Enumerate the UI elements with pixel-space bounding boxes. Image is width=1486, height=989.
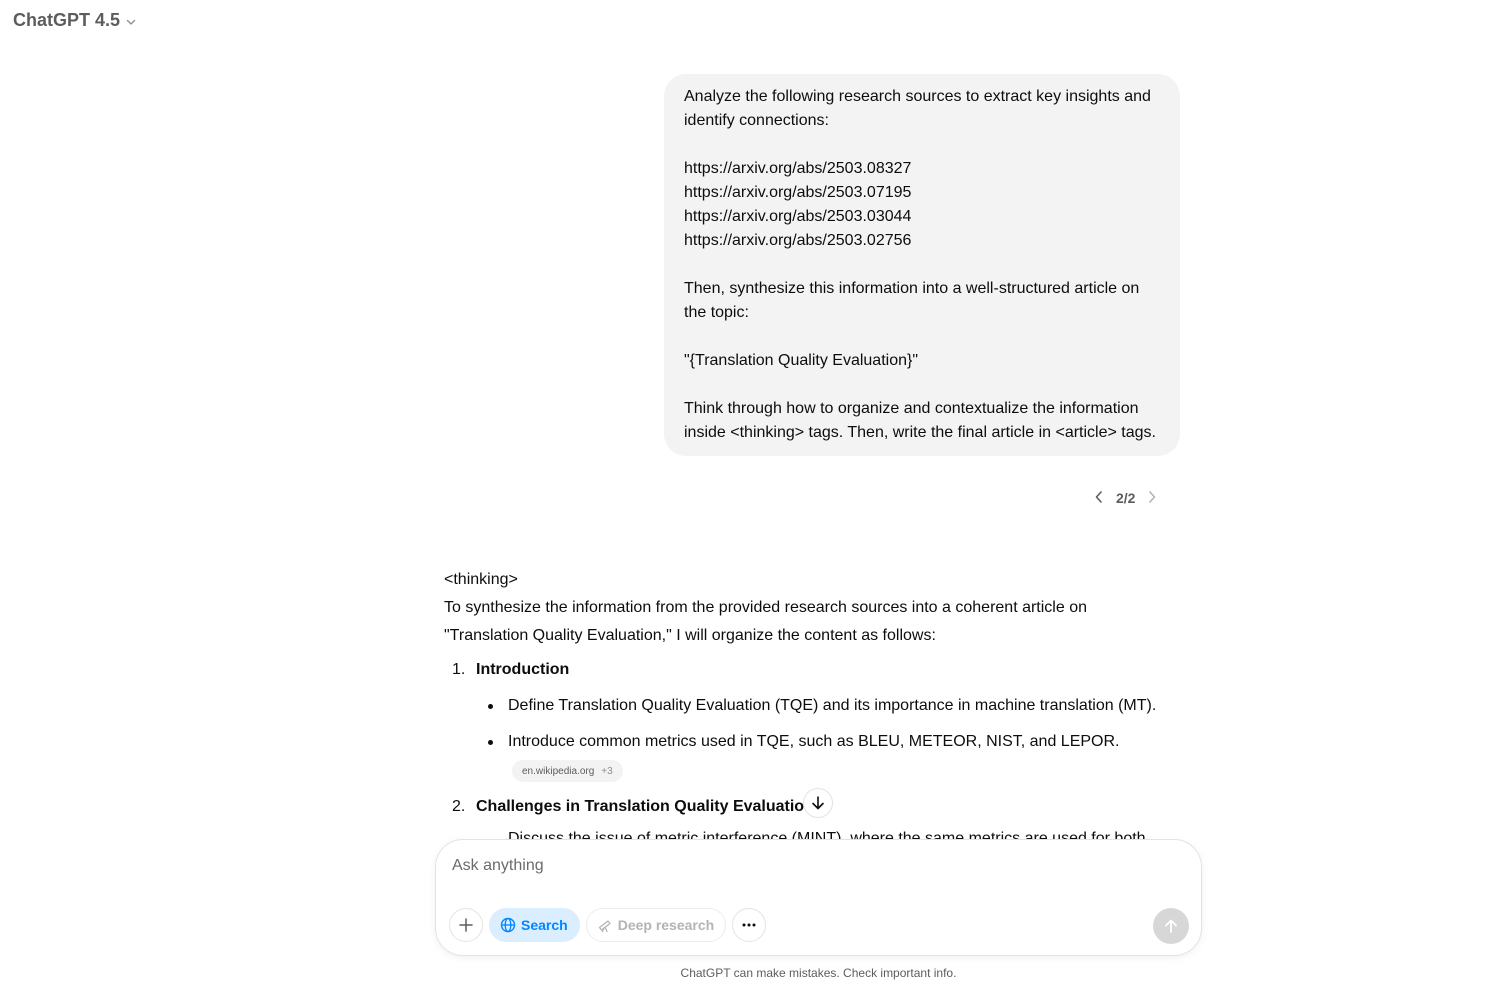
citation-chip[interactable]: en.wikipedia.org +3 [512, 760, 623, 782]
section-title: Introduction [476, 661, 570, 678]
more-icon [742, 923, 756, 927]
arrow-down-icon [812, 796, 824, 810]
list-item: 1. Introduction [444, 658, 1184, 682]
arrow-up-icon [1165, 919, 1177, 933]
user-message-bubble: Analyze the following research sources t… [664, 74, 1180, 456]
deep-research-label: Deep research [617, 917, 715, 933]
user-message-link[interactable]: https://arxiv.org/abs/2503.07195 [684, 181, 1160, 205]
globe-icon [500, 917, 516, 933]
prompt-input[interactable] [452, 854, 1152, 878]
citation-extra-count: +3 [601, 765, 613, 777]
search-button-label: Search [521, 917, 568, 933]
user-message-link[interactable]: https://arxiv.org/abs/2503.08327 [684, 157, 1160, 181]
assistant-intro-line: "Translation Quality Evaluation," I will… [444, 627, 936, 644]
user-message-text: Analyze the following research sources t… [684, 88, 1151, 129]
user-message-text: Then, synthesize this information into a… [684, 280, 1140, 321]
user-message-text: "{Translation Quality Evaluation}" [684, 352, 919, 369]
next-response-button[interactable] [1143, 486, 1161, 508]
previous-response-button[interactable] [1090, 486, 1108, 508]
composer: Search Deep research [435, 839, 1202, 956]
disclaimer: ChatGPT can make mistakes. Check importa… [680, 966, 957, 980]
bullet-item: Introduce common metrics used in TQE, su… [444, 730, 1184, 754]
bullet-item: Define Translation Quality Evaluation (T… [444, 694, 1184, 718]
assistant-message: <thinking> To synthesize the information… [444, 566, 1184, 819]
chat-app: ChatGPT 4.5 Analyze the following resear… [0, 0, 1486, 989]
telescope-icon [598, 920, 611, 933]
send-button[interactable] [1153, 908, 1189, 944]
plus-icon [459, 918, 473, 932]
user-message-text: Think through how to organize and contex… [684, 400, 1156, 441]
more-tools-button[interactable] [732, 908, 767, 942]
chevron-down-icon [126, 19, 136, 25]
model-switcher[interactable]: ChatGPT 4.5 [13, 10, 136, 31]
chevron-right-icon [1149, 491, 1156, 503]
scroll-to-bottom-button[interactable] [803, 788, 833, 818]
user-message-link[interactable]: https://arxiv.org/abs/2503.02756 [684, 229, 1160, 253]
response-pager: 2/2 [1090, 486, 1161, 508]
composer-toolbar: Search Deep research [449, 908, 767, 942]
assistant-intro-line: To synthesize the information from the p… [444, 599, 1087, 616]
list-number: 1. [452, 661, 466, 678]
deep-research-button[interactable]: Deep research [585, 908, 727, 942]
thinking-open-tag: <thinking> [444, 571, 518, 588]
user-message-link[interactable]: https://arxiv.org/abs/2503.03044 [684, 205, 1160, 229]
search-button[interactable]: Search [489, 908, 580, 942]
citation-source: en.wikipedia.org [522, 765, 595, 777]
section-title: Challenges in Translation Quality Evalua… [476, 798, 814, 815]
chevron-left-icon [1095, 491, 1102, 503]
attach-button[interactable] [449, 908, 483, 942]
pager-count: 2/2 [1116, 490, 1136, 506]
model-name: ChatGPT 4.5 [13, 10, 121, 30]
list-number: 2. [452, 798, 466, 815]
